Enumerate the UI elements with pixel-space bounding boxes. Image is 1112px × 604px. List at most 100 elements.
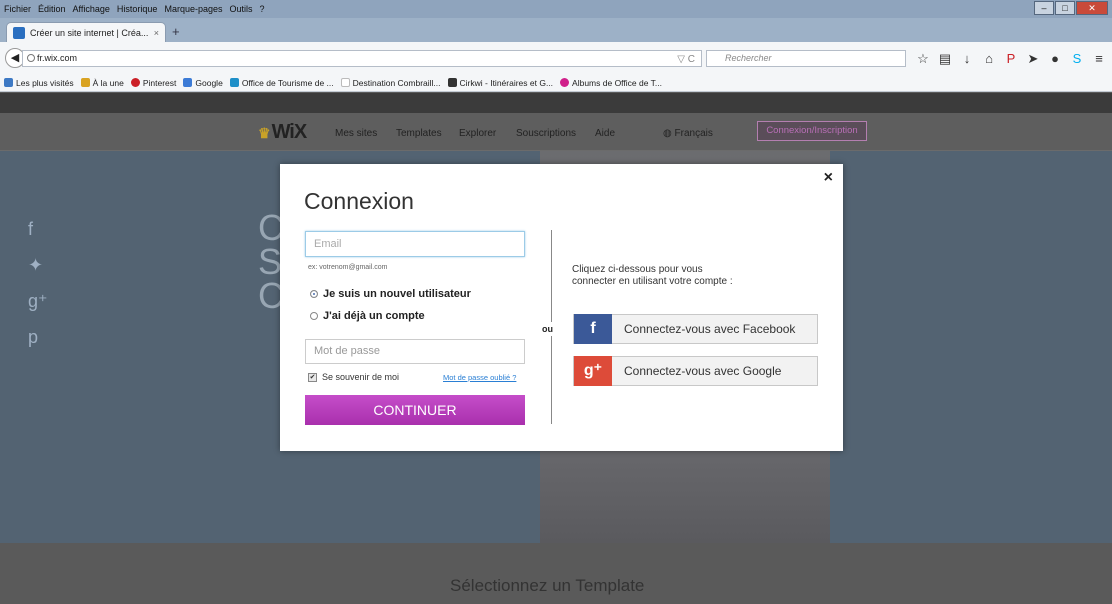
radio-selected-icon [310, 290, 318, 298]
google-login-label: Connectez-vous avec Google [624, 364, 782, 378]
social-links: f ✦ g⁺ p [28, 211, 48, 355]
skype-icon[interactable]: S [1066, 51, 1088, 67]
checkbox-checked-icon: ✔ [308, 372, 317, 382]
or-label: ou [542, 322, 553, 336]
menu-help[interactable]: ? [260, 4, 265, 14]
bookmark-label: Google [195, 77, 223, 88]
bookmark-item[interactable]: Les plus visités [4, 78, 74, 88]
wix-favicon-icon [13, 26, 25, 39]
radio-existing-account[interactable]: J'ai déjà un compte [310, 310, 425, 322]
minimize-button[interactable]: – [1034, 1, 1054, 15]
facebook-login-button[interactable]: f Connectez-vous avec Facebook [573, 314, 818, 344]
bookmark-label: À la une [92, 77, 124, 88]
globe-icon [27, 54, 35, 62]
pinterest-icon [130, 78, 140, 87]
close-modal-icon[interactable]: × [824, 169, 833, 187]
nav-explorer[interactable]: Explorer [459, 128, 496, 139]
toolbar-icons: ☆ ▤ ↓ ⌂ P ➤ ● S ≡ [912, 51, 1110, 67]
logo-text: WiX [271, 121, 308, 143]
forgot-password-link[interactable]: Mot de passe oublié ? [443, 373, 516, 382]
password-field[interactable]: Mot de passe [305, 339, 525, 364]
nav-templates[interactable]: Templates [396, 128, 442, 139]
menu-file[interactable]: Fichier [4, 4, 31, 14]
twitter-icon[interactable]: ✦ [28, 247, 48, 283]
bookmark-label: Cirkwi - Itinéraires et G... [459, 77, 554, 88]
bookmark-label: Office de Tourisme de ... [241, 77, 334, 88]
remember-label: Se souvenir de moi [322, 372, 400, 382]
flickr-icon [560, 78, 570, 87]
google-plus-icon[interactable]: g⁺ [28, 283, 48, 319]
language-label: Français [674, 128, 713, 139]
email-field[interactable]: Email [305, 231, 525, 257]
remember-me-checkbox[interactable]: ✔ Se souvenir de moi [308, 372, 399, 382]
pinterest-icon[interactable]: p [28, 319, 48, 355]
search-input[interactable]: Rechercher [706, 50, 906, 67]
bookmark-item[interactable]: Office de Tourisme de ... [229, 77, 334, 88]
nav-souscriptions[interactable]: Souscriptions [516, 128, 576, 139]
download-icon[interactable]: ↓ [956, 51, 978, 67]
page-icon [340, 78, 350, 87]
nav-bar: ◀ fr.wix.com ▽ C Rechercher ☆ ▤ ↓ ⌂ P ➤ … [0, 42, 1112, 74]
template-section-title: Sélectionnez un Template [450, 576, 645, 595]
home-icon[interactable]: ⌂ [978, 51, 1000, 67]
url-bar[interactable]: fr.wix.com ▽ C [22, 50, 702, 67]
facebook-icon: f [574, 314, 612, 344]
browser-chrome: Fichier Édition Affichage Historique Mar… [0, 0, 1112, 92]
google-plus-icon: g⁺ [574, 356, 612, 386]
radio-label: J'ai déjà un compte [323, 310, 425, 322]
folder-icon [80, 78, 90, 87]
bookmark-label: Albums de Office de T... [572, 77, 662, 88]
menu-view[interactable]: Affichage [73, 4, 110, 14]
login-modal: × Connexion Email ex: votrenom@gmail.com… [280, 164, 843, 451]
continue-button[interactable]: CONTINUER [305, 395, 525, 425]
crown-icon: ♛ [258, 125, 271, 141]
menu-bar: Fichier Édition Affichage Historique Mar… [0, 0, 1112, 18]
menu-edit[interactable]: Édition [38, 4, 66, 14]
chat-icon[interactable]: ● [1044, 51, 1066, 67]
bookmark-label: Les plus visités [16, 77, 74, 88]
tab-close-icon[interactable]: × [154, 28, 159, 38]
tab-wix[interactable]: Créer un site internet | Créa... × [6, 22, 166, 42]
bookmark-item[interactable]: Google [183, 77, 223, 88]
google-login-button[interactable]: g⁺ Connectez-vous avec Google [573, 356, 818, 386]
url-text: fr.wix.com [37, 53, 78, 63]
login-signup-button[interactable]: Connexion/Inscription [757, 121, 867, 141]
bookmark-item[interactable]: Destination Combraill... [340, 77, 441, 88]
office-tourisme-icon [229, 78, 239, 87]
modal-title: Connexion [304, 188, 414, 214]
bookmark-item[interactable]: Albums de Office de T... [560, 78, 662, 88]
radio-label: Je suis un nouvel utilisateur [323, 288, 471, 300]
menu-bookmarks[interactable]: Marque-pages [164, 4, 222, 14]
menu-icon[interactable]: ≡ [1088, 51, 1110, 67]
close-window-button[interactable]: ✕ [1076, 1, 1108, 15]
language-selector[interactable]: ◍ Français [663, 128, 713, 139]
radio-new-user[interactable]: Je suis un nouvel utilisateur [310, 288, 471, 300]
pinterest-icon[interactable]: P [1000, 51, 1022, 67]
bookmark-item[interactable]: Pinterest [130, 77, 177, 88]
star-icon[interactable]: ☆ [912, 51, 934, 67]
google-icon [183, 78, 193, 87]
radio-unselected-icon [310, 312, 318, 320]
reload-icon[interactable]: ▽ C [677, 52, 695, 67]
bookmark-item[interactable]: Cirkwi - Itinéraires et G... [447, 77, 554, 88]
tab-title: Créer un site internet | Créa... [30, 27, 149, 38]
bookmark-label: Destination Combraill... [352, 77, 441, 88]
facebook-login-label: Connectez-vous avec Facebook [624, 322, 796, 336]
nav-aide[interactable]: Aide [595, 128, 615, 139]
new-tab-button[interactable]: + [172, 24, 180, 39]
template-section: Sélectionnez un Template [0, 543, 1112, 604]
globe-icon: ◍ [663, 128, 675, 139]
bookmarks-bar: Les plus visités À la une Pinterest Goog… [0, 74, 1112, 92]
window-controls: – □ ✕ [1033, 1, 1108, 15]
maximize-button[interactable]: □ [1055, 1, 1075, 15]
bookmark-item[interactable]: À la une [80, 77, 124, 88]
menu-tools[interactable]: Outils [230, 4, 253, 14]
bookmark-label: Pinterest [142, 77, 177, 88]
wix-logo[interactable]: ♛ WiX [258, 121, 308, 144]
send-icon[interactable]: ➤ [1022, 51, 1044, 67]
bookmark-list-icon[interactable]: ▤ [934, 51, 956, 67]
nav-mes-sites[interactable]: Mes sites [335, 128, 377, 139]
menu-history[interactable]: Historique [117, 4, 158, 14]
facebook-icon[interactable]: f [28, 211, 48, 247]
cirkwi-icon [447, 78, 457, 87]
